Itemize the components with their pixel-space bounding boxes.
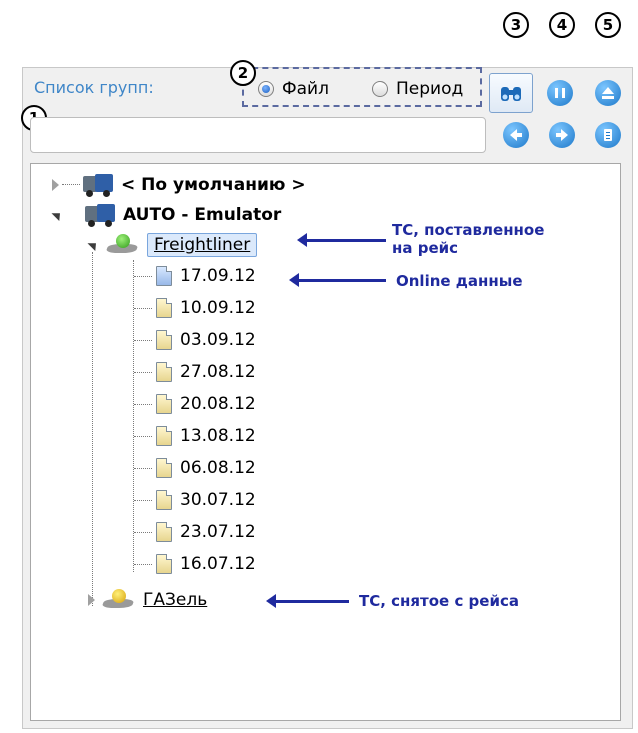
radio-file[interactable]: Файл [258,77,329,101]
annotation-on-trip-line1: ТС, поставленное [392,221,545,239]
tree-item-label[interactable]: < По умолчанию > [121,175,306,195]
date-label[interactable]: 03.09.12 [180,330,256,350]
date-item[interactable]: 17.09.12 [156,261,256,291]
marker-3: 3 [503,12,529,38]
tree-connector [134,404,152,405]
annotation-online: Online данные [396,272,523,290]
date-label[interactable]: 30.07.12 [180,490,256,510]
date-item[interactable]: 03.09.12 [156,325,256,355]
marker-2: 2 [230,60,256,86]
date-item[interactable]: 13.08.12 [156,421,256,451]
date-label[interactable]: 20.08.12 [180,394,256,414]
document-icon [156,458,172,478]
tree-item-default[interactable]: < По умолчанию > [52,170,306,200]
date-item[interactable]: 16.07.12 [156,549,256,579]
tree-connector [134,468,152,469]
expand-arrow-icon[interactable] [52,179,59,191]
annotation-on-trip-line2: на рейс [392,239,459,257]
marker-5: 5 [595,12,621,38]
tree-connector [92,252,93,606]
eject-icon [602,87,614,99]
document-icon [156,362,172,382]
search-button[interactable] [489,73,533,113]
collapse-arrow-icon[interactable] [51,208,64,222]
marker-4: 4 [549,12,575,38]
binoculars-icon [501,87,521,101]
tree-item-label[interactable]: AUTO - Emulator [123,205,281,225]
tree-item-label[interactable]: Freightliner [147,233,258,257]
tree-connector [134,532,152,533]
date-label[interactable]: 17.09.12 [180,266,256,286]
tree-item-emulator[interactable]: AUTO - Emulator [51,200,281,230]
truck-group-icon [83,174,113,197]
tree-item-label[interactable]: ГАЗель [143,590,207,610]
document-icon [156,298,172,318]
arrow-left-icon [510,129,522,141]
list-icon [604,129,612,141]
tree-connector [134,500,152,501]
date-item[interactable]: 20.08.12 [156,389,256,419]
radio-file-label[interactable]: Файл [282,79,329,99]
annotation-arrow [297,233,386,247]
list-button[interactable] [595,122,621,148]
date-label[interactable]: 16.07.12 [180,554,256,574]
tree-connector [134,372,152,373]
tree-connector [134,340,152,341]
annotation-on-trip: ТС, поставленное на рейс [392,221,544,257]
back-button[interactable] [503,122,529,148]
document-icon [156,426,172,446]
date-item[interactable]: 23.07.12 [156,517,256,547]
tree-connector [134,308,152,309]
annotation-arrow [289,273,386,287]
vehicle-on-trip-icon [105,234,139,256]
split-button[interactable] [547,80,573,106]
date-label[interactable]: 23.07.12 [180,522,256,542]
date-label[interactable]: 13.08.12 [180,426,256,446]
date-item[interactable]: 30.07.12 [156,485,256,515]
radio-period-label[interactable]: Период [396,79,463,99]
date-label[interactable]: 27.08.12 [180,362,256,382]
date-item[interactable]: 06.08.12 [156,453,256,483]
tree-item-vehicle-off-trip[interactable]: ГАЗель [88,585,207,615]
split-icon [555,88,565,98]
collapse-arrow-icon[interactable] [87,238,100,252]
radio-period[interactable]: Период [372,77,463,101]
arrow-right-icon [556,129,568,141]
tree-connector [134,564,152,565]
document-icon [156,490,172,510]
document-icon [156,554,172,574]
group-filter-input[interactable] [30,117,486,153]
vehicle-off-trip-icon [101,589,135,611]
tree-item-vehicle-on-trip[interactable]: Freightliner [87,230,258,260]
date-label[interactable]: 10.09.12 [180,298,256,318]
forward-button[interactable] [549,122,575,148]
document-icon [156,522,172,542]
document-icon [156,394,172,414]
tree-connector [134,436,152,437]
tree-connector [134,276,152,277]
truck-group-icon [85,204,115,227]
eject-button[interactable] [595,80,621,106]
expand-arrow-icon[interactable] [88,594,95,606]
date-item[interactable]: 27.08.12 [156,357,256,387]
tree-connector [133,260,134,572]
document-icon [156,330,172,350]
radio-file-dot[interactable] [258,81,274,97]
document-online-icon [156,266,172,286]
annotation-off-trip: ТС, снятое с рейса [359,592,519,610]
date-label[interactable]: 06.08.12 [180,458,256,478]
group-list-label: Список групп: [34,78,154,97]
radio-period-dot[interactable] [372,81,388,97]
annotation-arrow [266,594,349,608]
date-item[interactable]: 10.09.12 [156,293,256,323]
